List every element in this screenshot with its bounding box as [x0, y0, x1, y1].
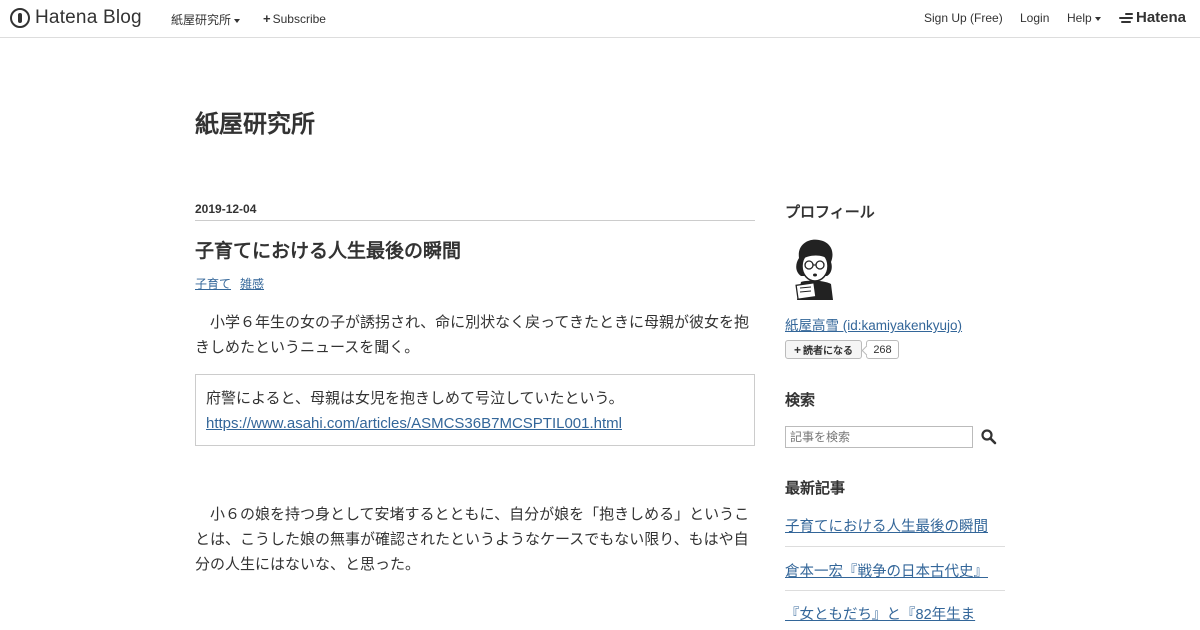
quote-text: 府警によると、母親は女児を抱きしめて号泣していたという。 [206, 390, 624, 407]
search-heading: 検索 [785, 392, 816, 409]
entry-paragraph: 小６の娘を持つ身として安堵するとともに、自分が娘を「抱きしめる」ということは、こ… [195, 502, 755, 577]
subscribe-button[interactable]: + 読者になる [785, 340, 862, 359]
recent-posts-heading: 最新記事 [785, 480, 846, 497]
signup-link[interactable]: Sign Up (Free) [924, 11, 1003, 25]
hatena-blog-logo-icon [10, 8, 30, 28]
blog-menu-dropdown[interactable]: 紙屋研究所 [171, 11, 241, 28]
plus-icon: + [263, 11, 271, 26]
profile-heading: プロフィール [785, 204, 875, 221]
paragraph-text: 小６の娘を持つ身として安堵するとともに、自分が娘を「抱きしめる」ということは、こ… [195, 506, 750, 573]
plus-icon: + [793, 342, 801, 357]
category-link[interactable]: 子育て [195, 275, 231, 292]
hatena-blog-logo[interactable]: Hatena Blog [10, 7, 142, 29]
subscribe-link[interactable]: + Subscribe [263, 11, 326, 26]
date-divider [195, 220, 755, 221]
quote-source-link[interactable]: https://www.asahi.com/articles/ASMCS36B7… [206, 415, 622, 432]
category-link[interactable]: 雑感 [240, 275, 264, 292]
entry-date[interactable]: 2019-12-04 [195, 202, 256, 216]
hatena-logo-icon[interactable] [1119, 13, 1133, 25]
blog-menu-label: 紙屋研究所 [171, 13, 232, 27]
recent-post-link[interactable]: 子育てにおける人生最後の瞬間 [785, 515, 1005, 536]
help-label: Help [1067, 11, 1092, 25]
recent-post-divider [785, 546, 1005, 547]
recent-post-divider [785, 590, 1005, 591]
hatena-logo-text[interactable]: Hatena [1136, 9, 1186, 26]
login-link[interactable]: Login [1020, 11, 1049, 25]
entry-blockquote: 府警によると、母親は女児を抱きしめて号泣していたという。 https://www… [195, 374, 755, 446]
recent-post-link[interactable]: 『女ともだち』と『82年生ま [785, 603, 1005, 624]
hatena-blog-logo-text: Hatena Blog [35, 7, 142, 28]
subscribe-button-label: 読者になる [803, 346, 853, 357]
blog-title[interactable]: 紙屋研究所 [195, 104, 315, 139]
entry-paragraph: 小学６年生の女の子が誘拐され、命に別状なく戻ってきたときに母親が彼女を抱きしめた… [195, 310, 755, 360]
entry-title[interactable]: 子育てにおける人生最後の瞬間 [195, 236, 461, 263]
recent-post-link[interactable]: 倉本一宏『戦争の日本古代史』 [785, 560, 1005, 581]
paragraph-text: 小学６年生の女の子が誘拐され、命に別状なく戻ってきたときに母親が彼女を抱きしめた… [195, 314, 749, 356]
subscribe-label: Subscribe [272, 12, 326, 26]
caret-down-icon [234, 18, 241, 23]
caret-down-icon [1094, 16, 1101, 21]
search-icon[interactable] [980, 428, 998, 446]
help-dropdown[interactable]: Help [1067, 11, 1101, 25]
profile-avatar[interactable] [787, 236, 839, 302]
subscriber-count[interactable]: 268 [866, 340, 899, 359]
global-header: Hatena Blog 紙屋研究所 + Subscribe Sign Up (Fr… [0, 0, 1200, 38]
profile-name-link[interactable]: 紙屋高雪 (id:kamiyakenkyujo) [785, 314, 962, 334]
search-input[interactable] [785, 426, 973, 448]
